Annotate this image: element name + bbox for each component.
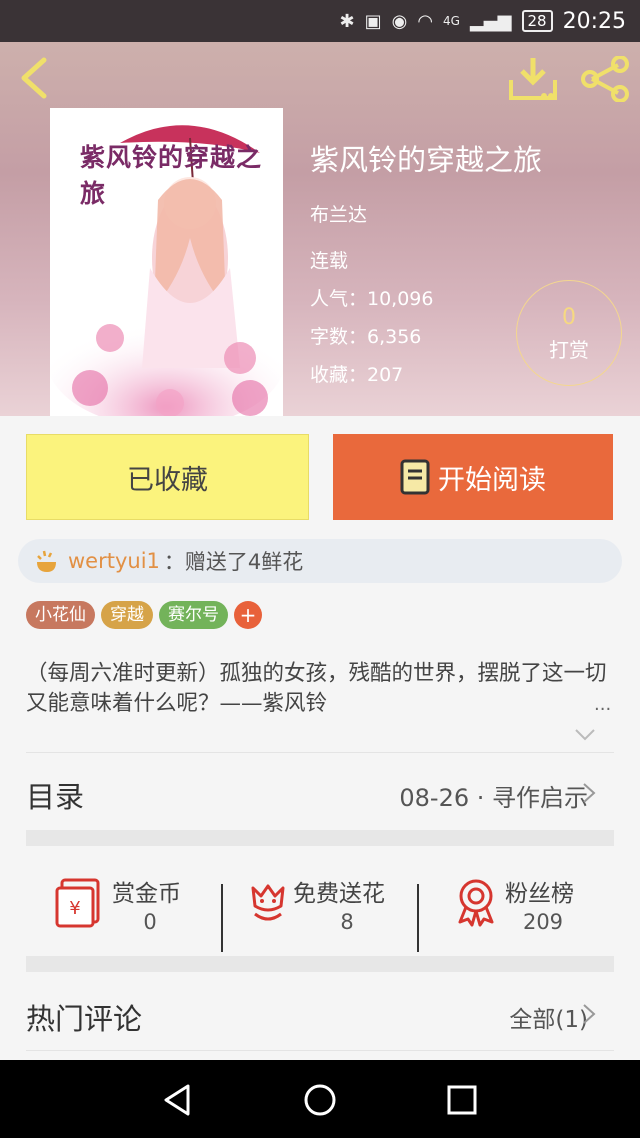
tag-item[interactable]: 穿越 bbox=[101, 601, 153, 629]
coins-value: 0 bbox=[143, 910, 157, 934]
gift-text: ：赠送了4鲜花 bbox=[163, 550, 304, 574]
system-nav-bar bbox=[0, 1060, 640, 1138]
book-status: 连载 bbox=[310, 250, 349, 272]
free-flower-stat[interactable]: 免费送花 8 bbox=[223, 848, 417, 970]
description-more: ... bbox=[594, 694, 612, 715]
free-flower-value: 8 bbox=[340, 910, 354, 934]
eye-icon: ◉ bbox=[391, 10, 408, 32]
catalog-title[interactable]: 目录 bbox=[26, 774, 84, 816]
chevron-down-icon[interactable] bbox=[574, 728, 596, 742]
nav-home-icon[interactable] bbox=[302, 1082, 338, 1118]
clock: 20:25 bbox=[562, 8, 626, 34]
nav-recents-icon[interactable] bbox=[444, 1082, 480, 1118]
gift-notice: wertyui1 ：赠送了4鲜花 bbox=[18, 539, 622, 583]
tag-item[interactable]: 赛尔号 bbox=[159, 601, 228, 629]
book-detail-body: 已收藏 开始阅读 wertyui1 ：赠送了4鲜花 小花仙 穿越 赛尔号 + （… bbox=[0, 416, 640, 1060]
word-count-stat: 字数：6,356 bbox=[310, 326, 422, 348]
gift-user[interactable]: wertyui1 bbox=[68, 549, 160, 573]
bluetooth-icon: ✱ bbox=[339, 10, 355, 32]
chevron-right-icon[interactable] bbox=[582, 1003, 596, 1025]
book-author[interactable]: 布兰达 bbox=[310, 200, 367, 227]
popularity-stat: 人气：10,096 bbox=[310, 288, 434, 310]
cover-title-text: 紫风铃的穿越之旅 bbox=[80, 143, 263, 208]
start-reading-label: 开始阅读 bbox=[438, 464, 546, 496]
stats-row: ¥ 赏金币 0 免费送花 8 粉丝榜 209 bbox=[26, 848, 614, 970]
book-cover[interactable]: 紫风铃的穿越之旅 bbox=[50, 108, 283, 416]
nav-back-icon[interactable] bbox=[160, 1082, 196, 1118]
free-flower-label: 免费送花 bbox=[293, 881, 385, 907]
divider bbox=[26, 1050, 614, 1051]
back-icon[interactable] bbox=[14, 56, 54, 100]
book-icon bbox=[400, 459, 430, 495]
red-envelope-icon: ¥ bbox=[55, 878, 100, 928]
reward-count: 0 bbox=[562, 305, 576, 330]
signal-label: 4G bbox=[443, 14, 460, 28]
hd-icon: ▣ bbox=[364, 10, 382, 32]
add-tag-button[interactable]: + bbox=[234, 601, 262, 629]
start-reading-button[interactable]: 开始阅读 bbox=[333, 434, 613, 520]
flower-icon bbox=[251, 884, 285, 921]
favorites-stat: 收藏：207 bbox=[310, 364, 404, 386]
flower-gift-icon bbox=[37, 550, 56, 572]
tag-list: 小花仙 穿越 赛尔号 + bbox=[26, 601, 262, 629]
book-description: （每周六准时更新）孤独的女孩，残酷的世界，摆脱了这一切又能意味着什么呢？——紫风… bbox=[26, 661, 607, 716]
hot-comments-title: 热门评论 bbox=[26, 1002, 143, 1036]
tag-item[interactable]: 小花仙 bbox=[26, 601, 95, 629]
all-comments-link[interactable]: 全部(1) bbox=[509, 1000, 588, 1034]
svg-text:¥: ¥ bbox=[69, 898, 80, 919]
chevron-right-icon[interactable] bbox=[582, 782, 596, 804]
fans-rank-value: 209 bbox=[522, 910, 564, 934]
wifi-icon: ◠ bbox=[417, 10, 434, 32]
book-title: 紫风铃的穿越之旅 bbox=[310, 143, 543, 177]
coins-label: 赏金币 bbox=[112, 881, 181, 907]
section-separator bbox=[26, 956, 614, 972]
catalog-latest-chapter[interactable]: 08-26 · 寻作启示 bbox=[399, 778, 588, 813]
share-icon[interactable] bbox=[580, 56, 630, 102]
divider bbox=[26, 752, 614, 753]
cell-signal-icon: ▂▄▆ bbox=[469, 10, 512, 32]
favorited-label: 已收藏 bbox=[127, 464, 208, 496]
book-header: 紫风铃的穿越之旅 紫风铃的穿越之旅 布兰达 连载 人气：10,096 字数：6,… bbox=[0, 42, 640, 416]
status-bar: ✱ ▣ ◉ ◠ 4G ▂▄▆ 28 20:25 bbox=[0, 0, 640, 42]
reward-label: 打赏 bbox=[549, 338, 589, 362]
battery-indicator: 28 bbox=[521, 10, 553, 32]
fans-rank-stat[interactable]: 粉丝榜 209 bbox=[419, 848, 614, 970]
favorited-button[interactable]: 已收藏 bbox=[26, 434, 309, 520]
medal-icon bbox=[458, 879, 494, 927]
coins-stat[interactable]: ¥ 赏金币 0 bbox=[26, 848, 222, 970]
download-icon[interactable] bbox=[508, 56, 558, 102]
reward-button[interactable]: 0 打赏 bbox=[516, 280, 622, 386]
section-separator bbox=[26, 830, 614, 846]
fans-rank-label: 粉丝榜 bbox=[505, 881, 574, 907]
